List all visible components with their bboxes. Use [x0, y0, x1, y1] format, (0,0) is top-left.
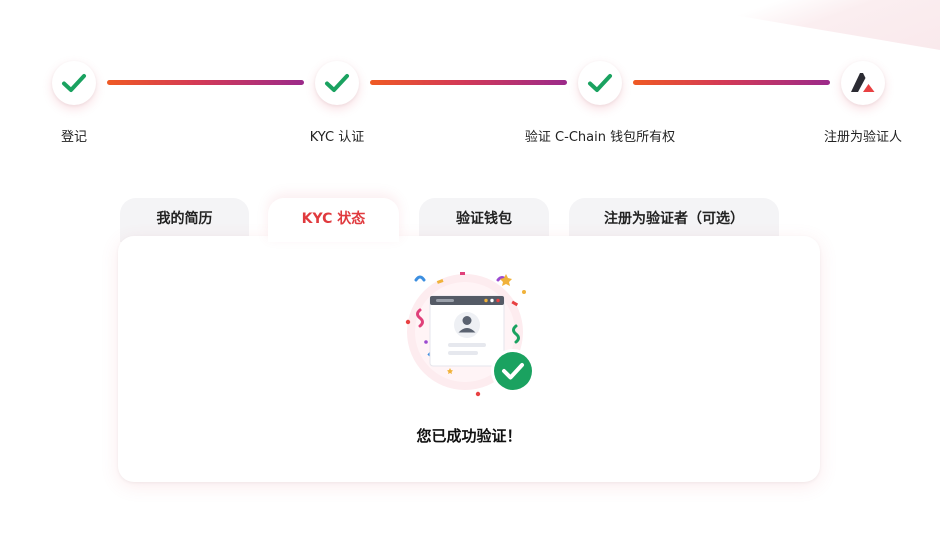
- step-2-label: KYC 认证: [309, 130, 365, 145]
- step-connector-3: [633, 80, 830, 85]
- avalanche-logo-icon: [851, 73, 875, 92]
- tab-label: 注册为验证者（可选）: [604, 211, 744, 227]
- step-connector-1: [107, 80, 304, 85]
- step-connector-2: [370, 80, 567, 85]
- check-icon: [325, 74, 349, 92]
- check-icon: [62, 74, 86, 92]
- step-3-label: 验证 C-Chain 钱包所有权: [524, 130, 676, 145]
- kyc-status-panel: 您已成功验证！: [118, 236, 820, 482]
- step-2-indicator: [315, 61, 359, 105]
- step-1-indicator: [52, 61, 96, 105]
- step-4-indicator: [841, 61, 885, 105]
- tab-kyc-status[interactable]: KYC 状态: [268, 198, 399, 242]
- verified-profile-icon: [405, 272, 535, 397]
- check-icon: [588, 74, 612, 92]
- tab-label: 我的简历: [156, 211, 213, 227]
- tab-label: KYC 状态: [301, 211, 366, 227]
- success-message: 您已成功验证！: [416, 427, 522, 445]
- step-1-label: 登记: [60, 130, 88, 145]
- progress-stepper: 登记 KYC 认证 验证 C-Chain 钱包所有权 注册为验证人: [0, 0, 940, 160]
- step-3-indicator: [578, 61, 622, 105]
- step-4-label: 注册为验证人: [823, 130, 903, 145]
- tab-label: 验证钱包: [456, 211, 512, 227]
